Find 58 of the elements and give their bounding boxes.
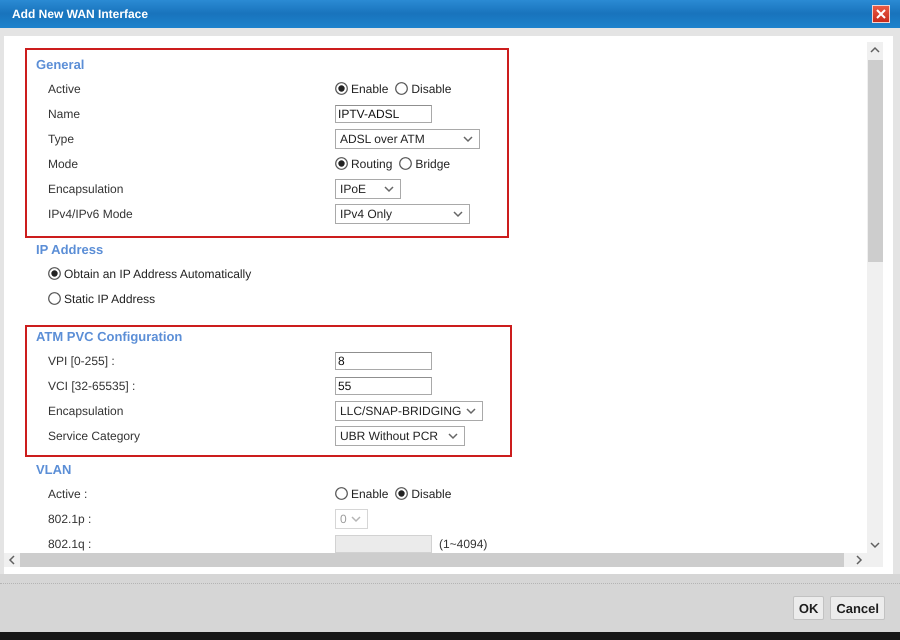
radio-icon[interactable] xyxy=(335,487,348,500)
chevron-down-icon[interactable] xyxy=(466,406,476,414)
field-label: Active : xyxy=(48,486,88,500)
dropdown-select[interactable]: IPoE xyxy=(335,178,401,198)
section-heading: ATM PVC Configuration xyxy=(36,328,184,346)
dialog-button[interactable]: Cancel xyxy=(830,596,885,620)
chevron-down-icon[interactable] xyxy=(448,432,458,440)
field-label: IPv4/IPv6 Mode xyxy=(48,206,134,220)
radio-option[interactable]: Disable xyxy=(395,486,452,500)
text-input[interactable]: 8 xyxy=(335,352,432,370)
field-label: Mode xyxy=(48,156,80,170)
radio-icon[interactable] xyxy=(399,157,412,170)
text-input[interactable]: IPTV-ADSL xyxy=(335,104,432,122)
radio-option[interactable]: Obtain an IP Address Automatically xyxy=(48,266,252,280)
section-heading: IP Address xyxy=(36,241,104,259)
chevron-left-icon[interactable] xyxy=(8,555,16,565)
radio-icon[interactable] xyxy=(395,82,408,95)
chevron-up-icon[interactable] xyxy=(870,46,880,54)
chevron-right-icon[interactable] xyxy=(855,555,863,565)
radio-option[interactable]: Enable xyxy=(335,82,388,96)
field-label: 802.1q : xyxy=(48,536,92,550)
dropdown-select[interactable]: ADSL over ATM xyxy=(335,128,480,148)
dropdown-select[interactable]: LLC/SNAP-BRIDGING xyxy=(335,400,483,420)
field-label: Encapsulation xyxy=(48,404,124,418)
field-label: Type xyxy=(48,132,76,146)
chevron-down-icon[interactable] xyxy=(463,134,473,142)
text-input[interactable]: 55 xyxy=(335,376,432,394)
radio-icon[interactable] xyxy=(48,292,61,305)
scrollbar-thumb[interactable] xyxy=(868,60,882,262)
field-label: 802.1p : xyxy=(48,512,92,526)
field-label: Name xyxy=(48,106,82,120)
section-heading: VLAN xyxy=(36,461,72,479)
radio-icon[interactable] xyxy=(48,267,61,280)
chevron-down-icon[interactable] xyxy=(384,184,394,192)
dropdown-select[interactable]: UBR Without PCR xyxy=(335,426,465,446)
field-label: VCI [32-65535] : xyxy=(48,378,136,392)
radio-icon[interactable] xyxy=(395,487,408,500)
chevron-down-icon[interactable] xyxy=(453,210,463,218)
chevron-down-icon[interactable] xyxy=(870,541,880,549)
field-label: Encapsulation xyxy=(48,182,124,196)
dropdown-select[interactable]: IPv4 Only xyxy=(335,204,470,224)
close-icon xyxy=(876,9,886,19)
window-title: Add New WAN Interface xyxy=(12,7,148,21)
vertical-scrollbar[interactable] xyxy=(867,42,883,553)
radio-option[interactable]: Disable xyxy=(395,82,452,96)
section-heading: General xyxy=(36,56,86,74)
field-label: Service Category xyxy=(48,428,142,442)
close-button[interactable] xyxy=(872,5,890,23)
field-label: Active xyxy=(48,82,82,96)
radio-option[interactable]: Static IP Address xyxy=(48,292,156,306)
radio-icon[interactable] xyxy=(335,82,348,95)
dialog-button[interactable]: OK xyxy=(792,596,824,620)
radio-option[interactable]: Routing xyxy=(335,156,392,170)
radio-option[interactable]: Enable xyxy=(335,486,388,500)
radio-option[interactable]: Bridge xyxy=(399,156,450,170)
field-label: VPI [0-255] : xyxy=(48,354,116,368)
range-hint: (1~4094) xyxy=(439,536,488,550)
radio-icon[interactable] xyxy=(335,157,348,170)
